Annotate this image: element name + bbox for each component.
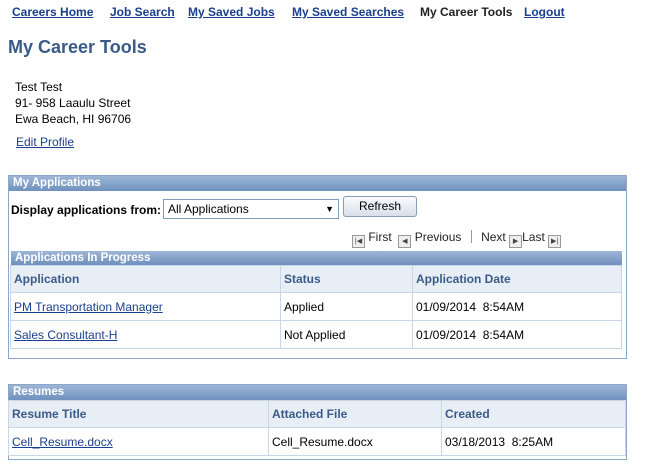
previous-page-button[interactable]: ◀ Previous — [398, 230, 462, 248]
table-row: Sales Consultant-H Not Applied 01/09/201… — [10, 320, 622, 349]
nav-my-career-tools: My Career Tools — [420, 5, 513, 19]
resume-title-link[interactable]: Cell_Resume.docx — [12, 435, 113, 449]
first-page-button[interactable]: |◀ First — [352, 230, 392, 248]
application-date: 01/09/2014 8:54AM — [412, 320, 622, 349]
table-row: Cell_Resume.docx Cell_Resume.docx 03/18/… — [8, 427, 626, 456]
last-label: Last — [522, 230, 545, 244]
refresh-button[interactable]: Refresh — [343, 196, 417, 217]
edit-profile-link[interactable]: Edit Profile — [16, 135, 74, 149]
pagination: |◀ First ◀ Previous Next ▶ Last ▶| — [352, 230, 562, 248]
column-status: Status — [280, 265, 413, 293]
applications-filter-value: All Applications — [168, 202, 249, 216]
profile-street: 91- 958 Laaulu Street — [15, 96, 131, 110]
column-attached-file: Attached File — [268, 400, 442, 428]
profile-city: Ewa Beach, HI 96706 — [15, 112, 132, 126]
application-link[interactable]: PM Transportation Manager — [14, 300, 163, 314]
previous-label: Previous — [414, 230, 462, 244]
nav-job-search[interactable]: Job Search — [110, 5, 175, 19]
applications-filter-select[interactable]: All Applications ▼ — [163, 199, 339, 219]
nav-my-saved-searches[interactable]: My Saved Searches — [292, 5, 404, 19]
application-date: 01/09/2014 8:54AM — [412, 292, 622, 321]
applications-in-progress-header: Applications In Progress — [11, 251, 622, 265]
profile-name: Test Test — [15, 80, 63, 94]
last-page-button[interactable]: Last ▶| — [522, 230, 562, 248]
column-resume-title: Resume Title — [8, 400, 269, 428]
application-status: Not Applied — [280, 320, 413, 349]
first-label: First — [368, 230, 392, 244]
applications-table: Application Status Application Date PM T… — [10, 265, 622, 349]
table-row: PM Transportation Manager Applied 01/09/… — [10, 292, 622, 321]
application-status: Applied — [280, 292, 413, 321]
my-applications-header: My Applications — [9, 176, 626, 191]
pager-divider — [470, 230, 472, 243]
application-link[interactable]: Sales Consultant-H — [14, 328, 117, 342]
next-page-button[interactable]: Next ▶ — [481, 230, 523, 248]
resumes-header: Resumes — [9, 385, 626, 400]
first-page-icon: |◀ — [352, 235, 365, 248]
resumes-table: Resume Title Attached File Created Cell_… — [8, 400, 626, 456]
next-label: Next — [481, 230, 506, 244]
nav-my-saved-jobs[interactable]: My Saved Jobs — [188, 5, 275, 19]
nav-logout[interactable]: Logout — [524, 5, 565, 19]
display-applications-label: Display applications from: — [11, 203, 162, 217]
page-title: My Career Tools — [8, 37, 147, 57]
column-application: Application — [10, 265, 281, 293]
next-page-icon: ▶ — [509, 235, 523, 248]
nav-careers-home[interactable]: Careers Home — [12, 5, 93, 19]
attached-file: Cell_Resume.docx — [268, 427, 442, 456]
previous-page-icon: ◀ — [398, 235, 412, 248]
column-created: Created — [441, 400, 626, 428]
chevron-down-icon: ▼ — [325, 204, 334, 214]
last-page-icon: ▶| — [548, 235, 562, 248]
column-application-date: Application Date — [412, 265, 622, 293]
profile-address: Test Test 91- 958 Laaulu Street Ewa Beac… — [15, 79, 131, 127]
resume-created: 03/18/2013 8:25AM — [441, 427, 626, 456]
